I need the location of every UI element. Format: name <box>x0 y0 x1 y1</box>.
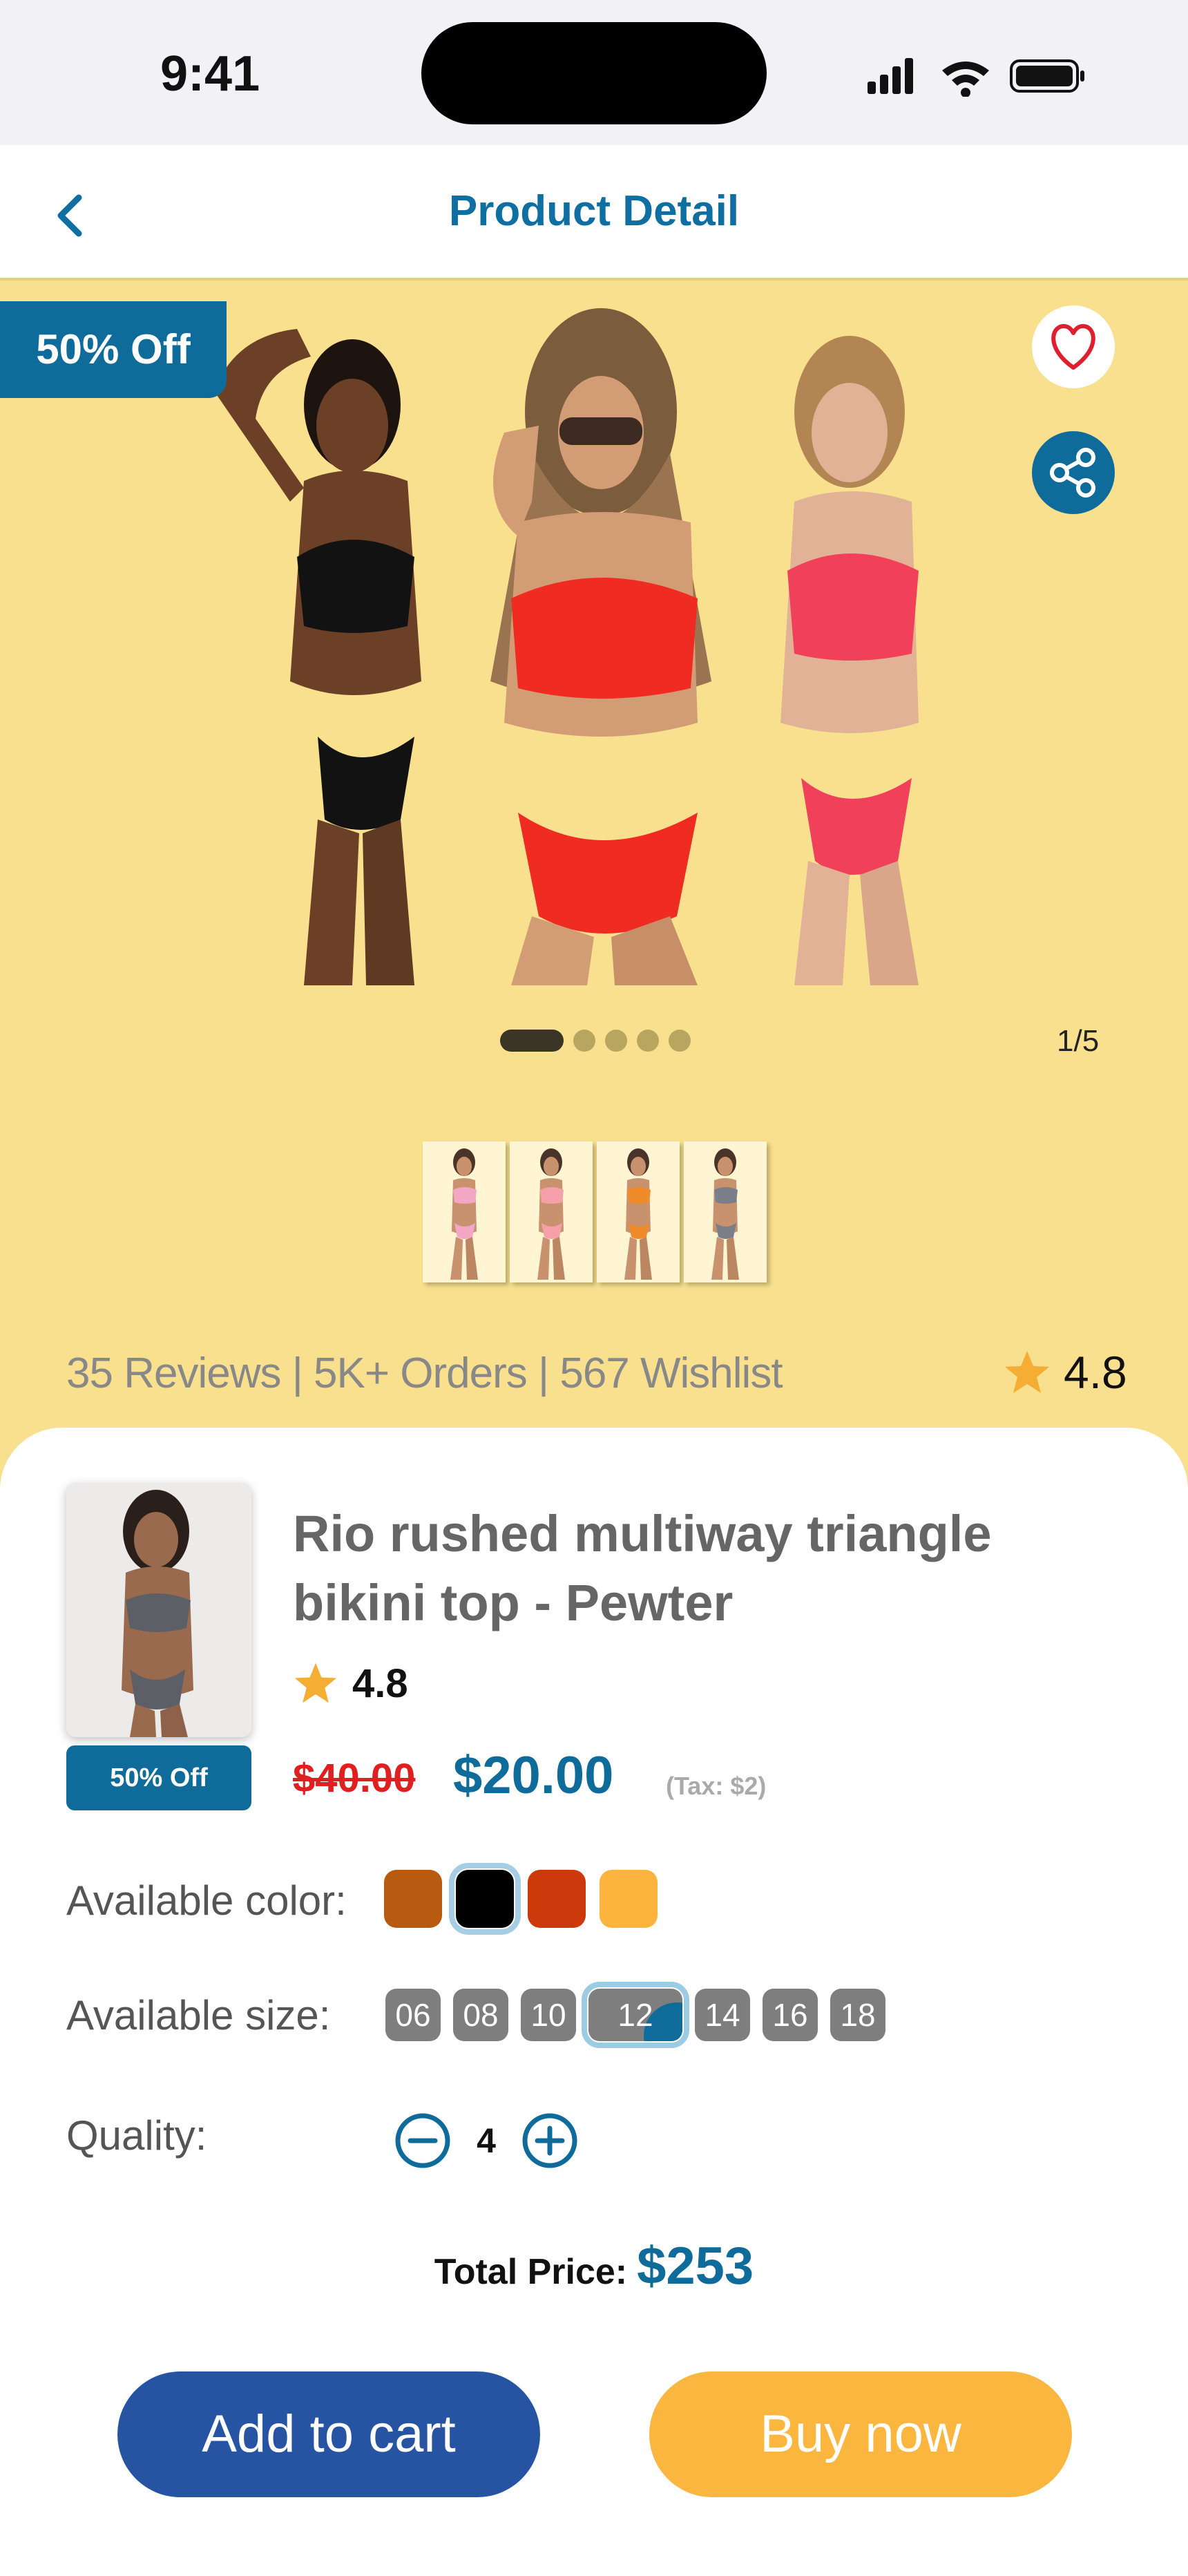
sale-price: $20.00 <box>453 1746 614 1805</box>
signal-icon <box>868 58 913 94</box>
quantity-value: 4 <box>477 2121 496 2160</box>
thumbnail-strip[interactable] <box>423 1142 767 1282</box>
gallery-thumbnail[interactable] <box>597 1142 680 1282</box>
size-option-label: 18 <box>840 1997 876 2033</box>
model-center <box>490 308 711 985</box>
status-bar: 9:41 <box>0 0 1188 145</box>
page-title: Product Detail <box>448 187 740 235</box>
size-option[interactable]: 12 <box>582 1982 689 2048</box>
size-option-label: 16 <box>772 1997 808 2033</box>
product-thumbnail-image <box>66 1483 251 1737</box>
gallery-thumbnail-image <box>537 1148 565 1280</box>
size-option-label: 10 <box>530 1997 566 2033</box>
buy-now-button[interactable]: Buy now <box>649 2371 1072 2497</box>
status-time: 9:41 <box>160 46 260 102</box>
product-title: Rio rushed multiway triangle bikini top … <box>293 1505 992 1631</box>
status-icons <box>868 58 1084 97</box>
total-price-value: $253 <box>637 2237 754 2295</box>
page-counter: 1/5 <box>1057 1024 1100 1058</box>
pager-dots[interactable] <box>500 1028 691 1053</box>
size-option-label: 06 <box>395 1997 431 2033</box>
size-option-label: 14 <box>705 1997 740 2033</box>
heart-icon <box>1051 324 1095 370</box>
color-swatch[interactable] <box>384 1870 442 1928</box>
color-swatches <box>384 1863 658 1935</box>
gallery-thumbnail[interactable] <box>423 1142 506 1282</box>
gallery-thumbnail-image <box>450 1148 478 1280</box>
battery-icon <box>1010 59 1084 93</box>
share-icon <box>1050 448 1095 498</box>
hero-rating-value: 4.8 <box>1064 1347 1127 1398</box>
color-swatch[interactable] <box>449 1863 521 1935</box>
color-swatch[interactable] <box>600 1870 658 1928</box>
size-option-label: 08 <box>463 1997 499 2033</box>
wifi-icon <box>942 61 989 97</box>
quantity-label: Quality: <box>66 2112 207 2159</box>
product-hero-image[interactable] <box>186 294 1002 985</box>
gallery-thumbnail-image <box>711 1148 739 1280</box>
pager-dot[interactable] <box>669 1030 691 1052</box>
gallery-thumbnail[interactable] <box>684 1142 767 1282</box>
product-rating: 4.8 <box>293 1656 408 1711</box>
gallery-thumbnail-image <box>624 1148 652 1280</box>
color-swatch[interactable] <box>528 1870 586 1928</box>
size-option[interactable]: 14 <box>695 1989 750 2041</box>
star-icon <box>1005 1351 1049 1393</box>
model-right <box>780 336 919 985</box>
reviews-summary: 35 Reviews | 5K+ Orders | 567 Wishlist <box>66 1349 783 1397</box>
favorite-button[interactable] <box>1032 305 1115 388</box>
product-gallery[interactable]: 50% Off 1/5 35 Reviews | 5K+ Orders | 56… <box>0 281 1188 1428</box>
share-button[interactable] <box>1032 431 1115 514</box>
discount-flag: 50% Off <box>0 301 227 398</box>
add-to-cart-button[interactable]: Add to cart <box>117 2371 540 2497</box>
total-price: Total Price: $253 <box>0 2236 1188 2296</box>
size-option[interactable]: 08 <box>453 1989 508 2041</box>
original-price: $40.00 <box>293 1756 416 1801</box>
tax-note: (Tax: $2) <box>666 1772 767 1800</box>
pager-dot[interactable] <box>500 1030 564 1052</box>
app-header: Product Detail <box>0 145 1188 281</box>
product-discount-badge: 50% Off <box>66 1745 251 1810</box>
hero-rating: 4.8 <box>1003 1345 1127 1400</box>
plus-icon[interactable] <box>521 2112 579 2170</box>
size-option[interactable]: 06 <box>385 1989 441 2041</box>
gallery-thumbnail[interactable] <box>510 1142 593 1282</box>
size-options: 06 08 10 12 14 16 18 <box>385 1982 885 2048</box>
quantity-stepper: 4 <box>394 2112 579 2170</box>
product-rating-value: 4.8 <box>352 1660 408 1706</box>
product-details-card: 50% Off Rio rushed multiway triangle bik… <box>0 1428 1188 2576</box>
pager-dot[interactable] <box>637 1030 659 1052</box>
model-left <box>214 329 421 985</box>
dynamic-island <box>421 22 767 124</box>
product-thumbnail[interactable] <box>66 1483 251 1737</box>
size-option-label: 12 <box>617 1997 653 2033</box>
pager-dot[interactable] <box>573 1030 595 1052</box>
size-label: Available size: <box>66 1992 331 2038</box>
minus-icon[interactable] <box>394 2112 452 2170</box>
total-price-label: Total Price: <box>434 2252 628 2292</box>
star-icon <box>294 1663 337 1703</box>
pager-dot[interactable] <box>605 1030 627 1052</box>
color-label: Available color: <box>66 1877 347 1924</box>
size-option[interactable]: 18 <box>830 1989 885 2041</box>
size-option[interactable]: 16 <box>763 1989 818 2041</box>
size-option[interactable]: 10 <box>521 1989 576 2041</box>
